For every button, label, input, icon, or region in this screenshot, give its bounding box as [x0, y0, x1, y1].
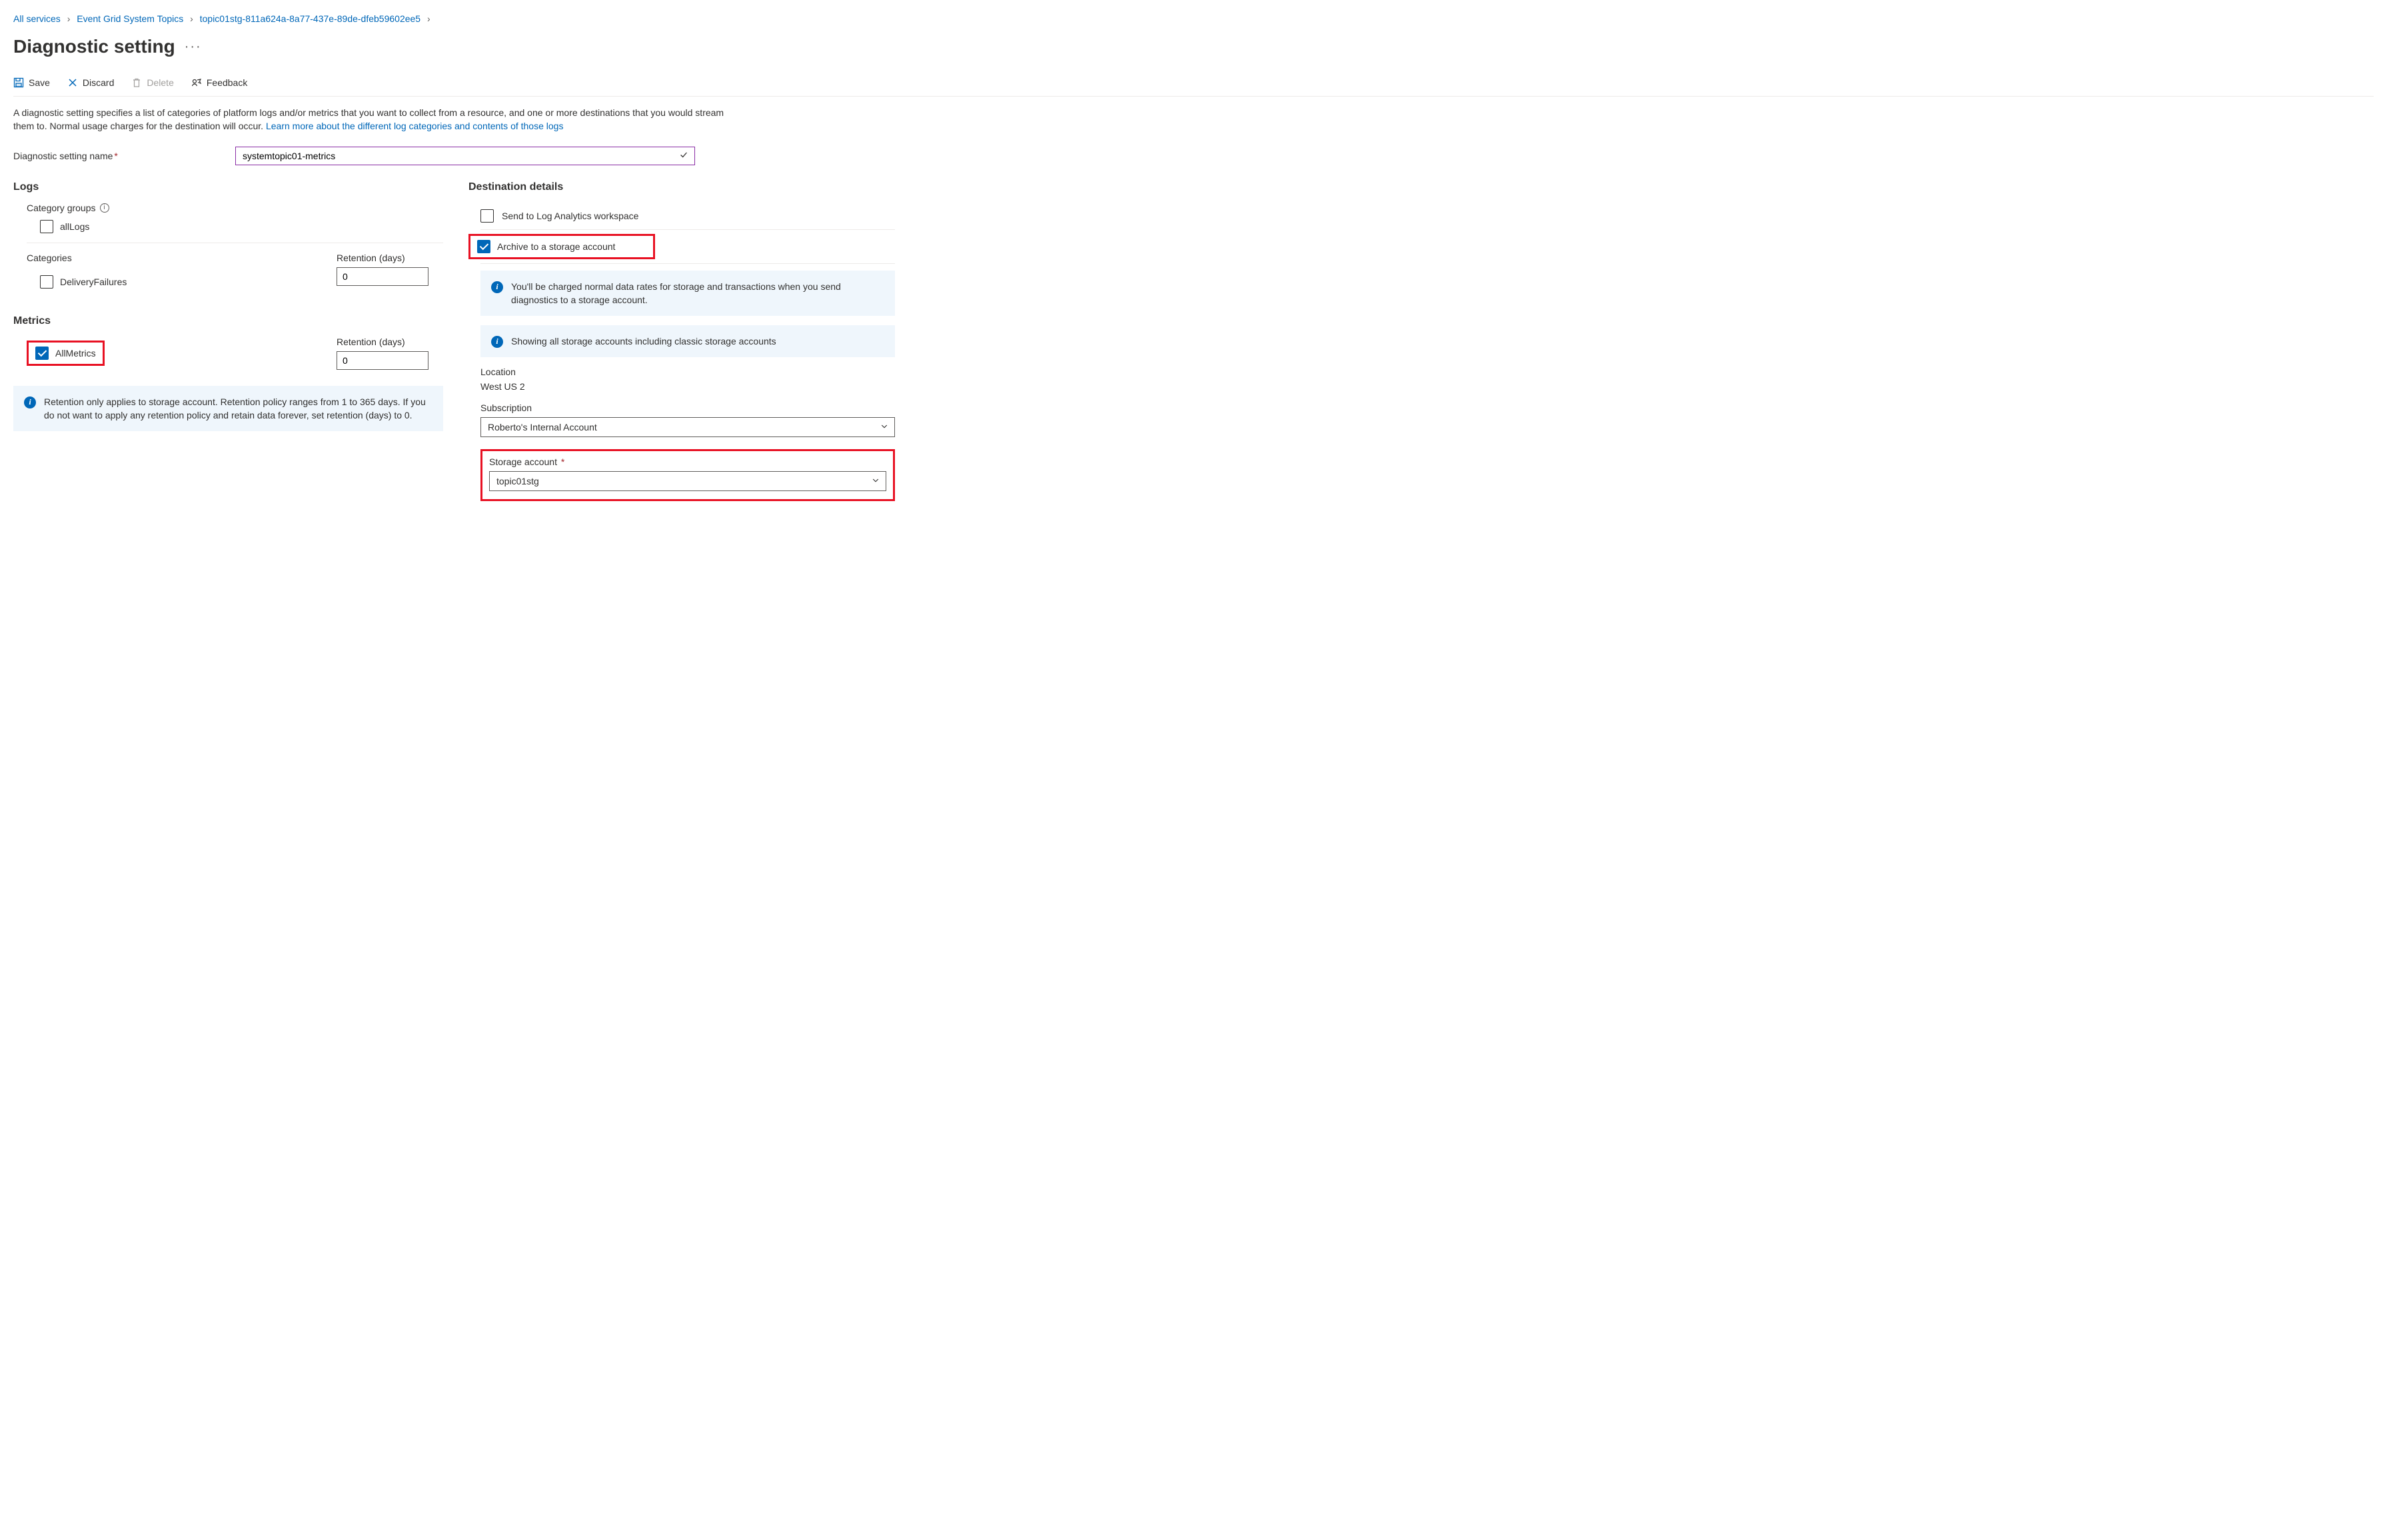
- info-icon: i: [491, 336, 503, 348]
- feedback-button[interactable]: Feedback: [191, 77, 247, 88]
- all-logs-label: allLogs: [60, 221, 89, 232]
- archive-label: Archive to a storage account: [497, 241, 615, 252]
- storage-account-value: topic01stg: [496, 476, 539, 486]
- chevron-right-icon: ›: [427, 13, 430, 24]
- logs-section-title: Logs: [13, 181, 443, 193]
- breadcrumb: All services › Event Grid System Topics …: [13, 13, 2374, 24]
- subscription-select[interactable]: Roberto's Internal Account: [480, 417, 895, 437]
- save-icon: [13, 77, 24, 88]
- feedback-label: Feedback: [207, 77, 247, 88]
- storage-account-select[interactable]: topic01stg: [489, 471, 886, 491]
- metrics-section-title: Metrics: [13, 315, 443, 327]
- discard-label: Discard: [83, 77, 114, 88]
- more-actions-button[interactable]: ···: [185, 39, 202, 55]
- charge-info-box: i You'll be charged normal data rates fo…: [480, 271, 895, 317]
- charge-note-text: You'll be charged normal data rates for …: [511, 280, 884, 307]
- page-title: Diagnostic setting: [13, 36, 175, 57]
- trash-icon: [131, 77, 142, 88]
- description-text: A diagnostic setting specifies a list of…: [13, 106, 733, 133]
- toolbar: Save Discard Delete Feedback: [13, 77, 2374, 97]
- subscription-value: Roberto's Internal Account: [488, 422, 597, 432]
- archive-checkbox[interactable]: [477, 240, 490, 253]
- save-button[interactable]: Save: [13, 77, 50, 88]
- delivery-failures-checkbox[interactable]: [40, 275, 53, 289]
- location-value: West US 2: [480, 381, 895, 392]
- location-label: Location: [480, 367, 895, 377]
- retention-note-text: Retention only applies to storage accoun…: [44, 395, 432, 422]
- send-law-checkbox[interactable]: [480, 209, 494, 223]
- categories-label: Categories: [27, 253, 337, 263]
- showing-note-text: Showing all storage accounts including c…: [511, 335, 776, 348]
- chevron-right-icon: ›: [67, 13, 71, 24]
- info-icon: i: [24, 396, 36, 408]
- chevron-right-icon: ›: [190, 13, 193, 24]
- all-metrics-label: AllMetrics: [55, 348, 96, 359]
- send-law-label: Send to Log Analytics workspace: [502, 211, 638, 221]
- category-groups-label: Category groups i: [27, 203, 443, 213]
- showing-info-box: i Showing all storage accounts including…: [480, 325, 895, 357]
- setting-name-input[interactable]: [235, 147, 695, 165]
- feedback-icon: [191, 77, 202, 88]
- logs-retention-label: Retention (days): [337, 253, 443, 263]
- metrics-retention-label: Retention (days): [337, 337, 443, 347]
- all-logs-checkbox[interactable]: [40, 220, 53, 233]
- all-metrics-checkbox[interactable]: [35, 347, 49, 360]
- setting-name-label: Diagnostic setting name*: [13, 151, 235, 161]
- breadcrumb-item-topic[interactable]: topic01stg-811a624a-8a77-437e-89de-dfeb5…: [200, 13, 420, 24]
- storage-account-label: Storage account *: [489, 456, 886, 467]
- learn-more-link[interactable]: Learn more about the different log categ…: [266, 121, 563, 131]
- info-icon: i: [491, 281, 503, 293]
- delete-label: Delete: [147, 77, 173, 88]
- subscription-label: Subscription: [480, 402, 895, 413]
- delete-button: Delete: [131, 77, 173, 88]
- destination-section-title: Destination details: [468, 181, 895, 193]
- close-icon: [67, 77, 78, 88]
- metrics-retention-input[interactable]: [337, 351, 428, 370]
- discard-button[interactable]: Discard: [67, 77, 114, 88]
- delivery-failures-label: DeliveryFailures: [60, 277, 127, 287]
- logs-retention-input[interactable]: [337, 267, 428, 286]
- retention-info-box: i Retention only applies to storage acco…: [13, 386, 443, 432]
- info-icon[interactable]: i: [100, 203, 109, 213]
- breadcrumb-item-event-grid[interactable]: Event Grid System Topics: [77, 13, 183, 24]
- breadcrumb-item-all-services[interactable]: All services: [13, 13, 61, 24]
- save-label: Save: [29, 77, 50, 88]
